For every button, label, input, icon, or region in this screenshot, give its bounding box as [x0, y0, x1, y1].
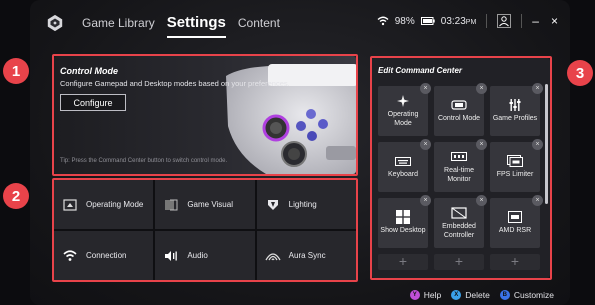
top-bar: Game Library Settings Content 98% 03:23P…: [30, 0, 570, 50]
callout-1: 1: [3, 58, 29, 84]
hint-delete[interactable]: X Delete: [451, 290, 490, 300]
status-area: 98% 03:23PM – ×: [377, 14, 558, 28]
close-button[interactable]: ×: [551, 14, 558, 28]
hint-help[interactable]: Y Help: [409, 290, 442, 300]
main-tabs: Game Library Settings Content: [82, 14, 280, 38]
button-hints: Y Help X Delete B Customize: [409, 290, 554, 300]
hint-label: Customize: [513, 290, 554, 300]
annotation-box-control-mode: [52, 54, 358, 176]
tab-content[interactable]: Content: [238, 16, 280, 30]
callout-3: 3: [567, 60, 593, 86]
battery-icon: [420, 17, 435, 25]
callout-2: 2: [3, 183, 29, 209]
clock-time: 03:23: [440, 15, 466, 27]
armoury-crate-logo-icon[interactable]: [46, 14, 64, 32]
battery-percent: 98%: [394, 15, 415, 27]
status-divider: [486, 14, 488, 28]
annotation-box-command-center: [370, 56, 552, 280]
clock-suffix: PM: [465, 18, 477, 26]
tab-settings[interactable]: Settings: [166, 14, 227, 38]
x-button-icon: X: [451, 290, 462, 300]
hint-customize[interactable]: B Customize: [499, 290, 554, 300]
hint-label: Help: [423, 290, 442, 300]
wifi-icon: [377, 16, 389, 26]
hint-label: Delete: [465, 290, 490, 300]
y-button-icon: Y: [409, 290, 420, 300]
b-button-icon: B: [499, 290, 510, 300]
tab-game-library[interactable]: Game Library: [82, 16, 155, 30]
status-divider: [521, 14, 523, 28]
annotation-box-settings-grid: [52, 178, 358, 282]
profile-icon[interactable]: [497, 14, 512, 28]
minimize-button[interactable]: –: [532, 14, 539, 28]
clock: 03:23PM: [441, 16, 477, 27]
